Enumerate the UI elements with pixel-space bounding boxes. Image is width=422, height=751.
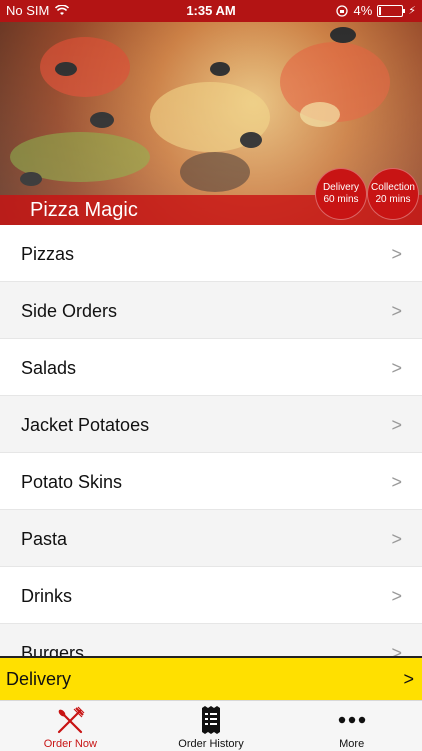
collection-badge-label: Collection: [371, 182, 415, 193]
battery-percent: 4%: [353, 3, 373, 18]
receipt-icon: [202, 706, 220, 734]
tab-label: Order History: [178, 738, 244, 750]
chevron-right-icon: >: [391, 529, 402, 549]
category-label: Salads: [21, 358, 77, 378]
category-row[interactable]: Side Orders >: [0, 282, 422, 339]
order-mode-label: Delivery: [6, 669, 72, 689]
battery-icon: [377, 4, 406, 17]
tab-label: Order Now: [43, 738, 97, 750]
collection-time-badge: Collection 20 mins: [367, 168, 419, 220]
category-row[interactable]: Potato Skins >: [0, 453, 422, 510]
collection-badge-time: 20 mins: [375, 194, 411, 205]
chevron-right-icon: >: [391, 643, 402, 657]
category-row[interactable]: Salads >: [0, 339, 422, 396]
category-label: Side Orders: [21, 301, 118, 321]
hero-banner: Pizza Magic Delivery 60 mins Collection …: [0, 22, 422, 225]
chevron-right-icon: >: [391, 415, 402, 435]
order-mode-bar[interactable]: Delivery >: [0, 656, 422, 700]
chevron-right-icon: >: [391, 301, 402, 321]
category-label: Potato Skins: [21, 472, 123, 492]
category-row[interactable]: Pizzas >: [0, 225, 422, 282]
tab-order-now[interactable]: Order Now: [0, 701, 141, 751]
chevron-right-icon: >: [391, 586, 402, 606]
restaurant-name: Pizza Magic: [30, 199, 138, 221]
charging-icon: ⚡: [408, 5, 416, 17]
orientation-lock-icon: [336, 4, 349, 17]
category-row[interactable]: Pasta >: [0, 510, 422, 567]
tab-order-history[interactable]: Order History: [141, 701, 282, 751]
delivery-time-badge: Delivery 60 mins: [315, 168, 367, 220]
category-label: Pasta: [21, 529, 68, 549]
category-row[interactable]: Drinks >: [0, 567, 422, 624]
chevron-right-icon: >: [391, 358, 402, 378]
status-right: 4% ⚡: [336, 3, 416, 18]
category-label: Pizzas: [21, 244, 75, 264]
order-mode-arrow-icon: >: [403, 669, 414, 689]
tab-bar: Order Now Order History More: [0, 700, 422, 751]
category-label: Burgers: [21, 643, 85, 657]
tab-more[interactable]: More: [281, 701, 422, 751]
chevron-right-icon: >: [391, 472, 402, 492]
tab-label: More: [339, 738, 365, 750]
status-bar: No SIM 1:35 AM 4% ⚡: [0, 0, 422, 22]
category-label: Jacket Potatoes: [21, 415, 150, 435]
delivery-badge-label: Delivery: [322, 182, 360, 193]
category-label: Drinks: [21, 586, 73, 606]
delivery-badge-time: 60 mins: [323, 194, 359, 205]
fork-knife-icon: [58, 706, 85, 734]
chevron-right-icon: >: [391, 244, 402, 264]
category-row[interactable]: Jacket Potatoes >: [0, 396, 422, 453]
category-row[interactable]: Burgers >: [0, 624, 422, 657]
menu-category-list[interactable]: Pizzas > Side Orders > Salads > Jacket P…: [0, 225, 422, 657]
more-dots-icon: [338, 716, 365, 724]
